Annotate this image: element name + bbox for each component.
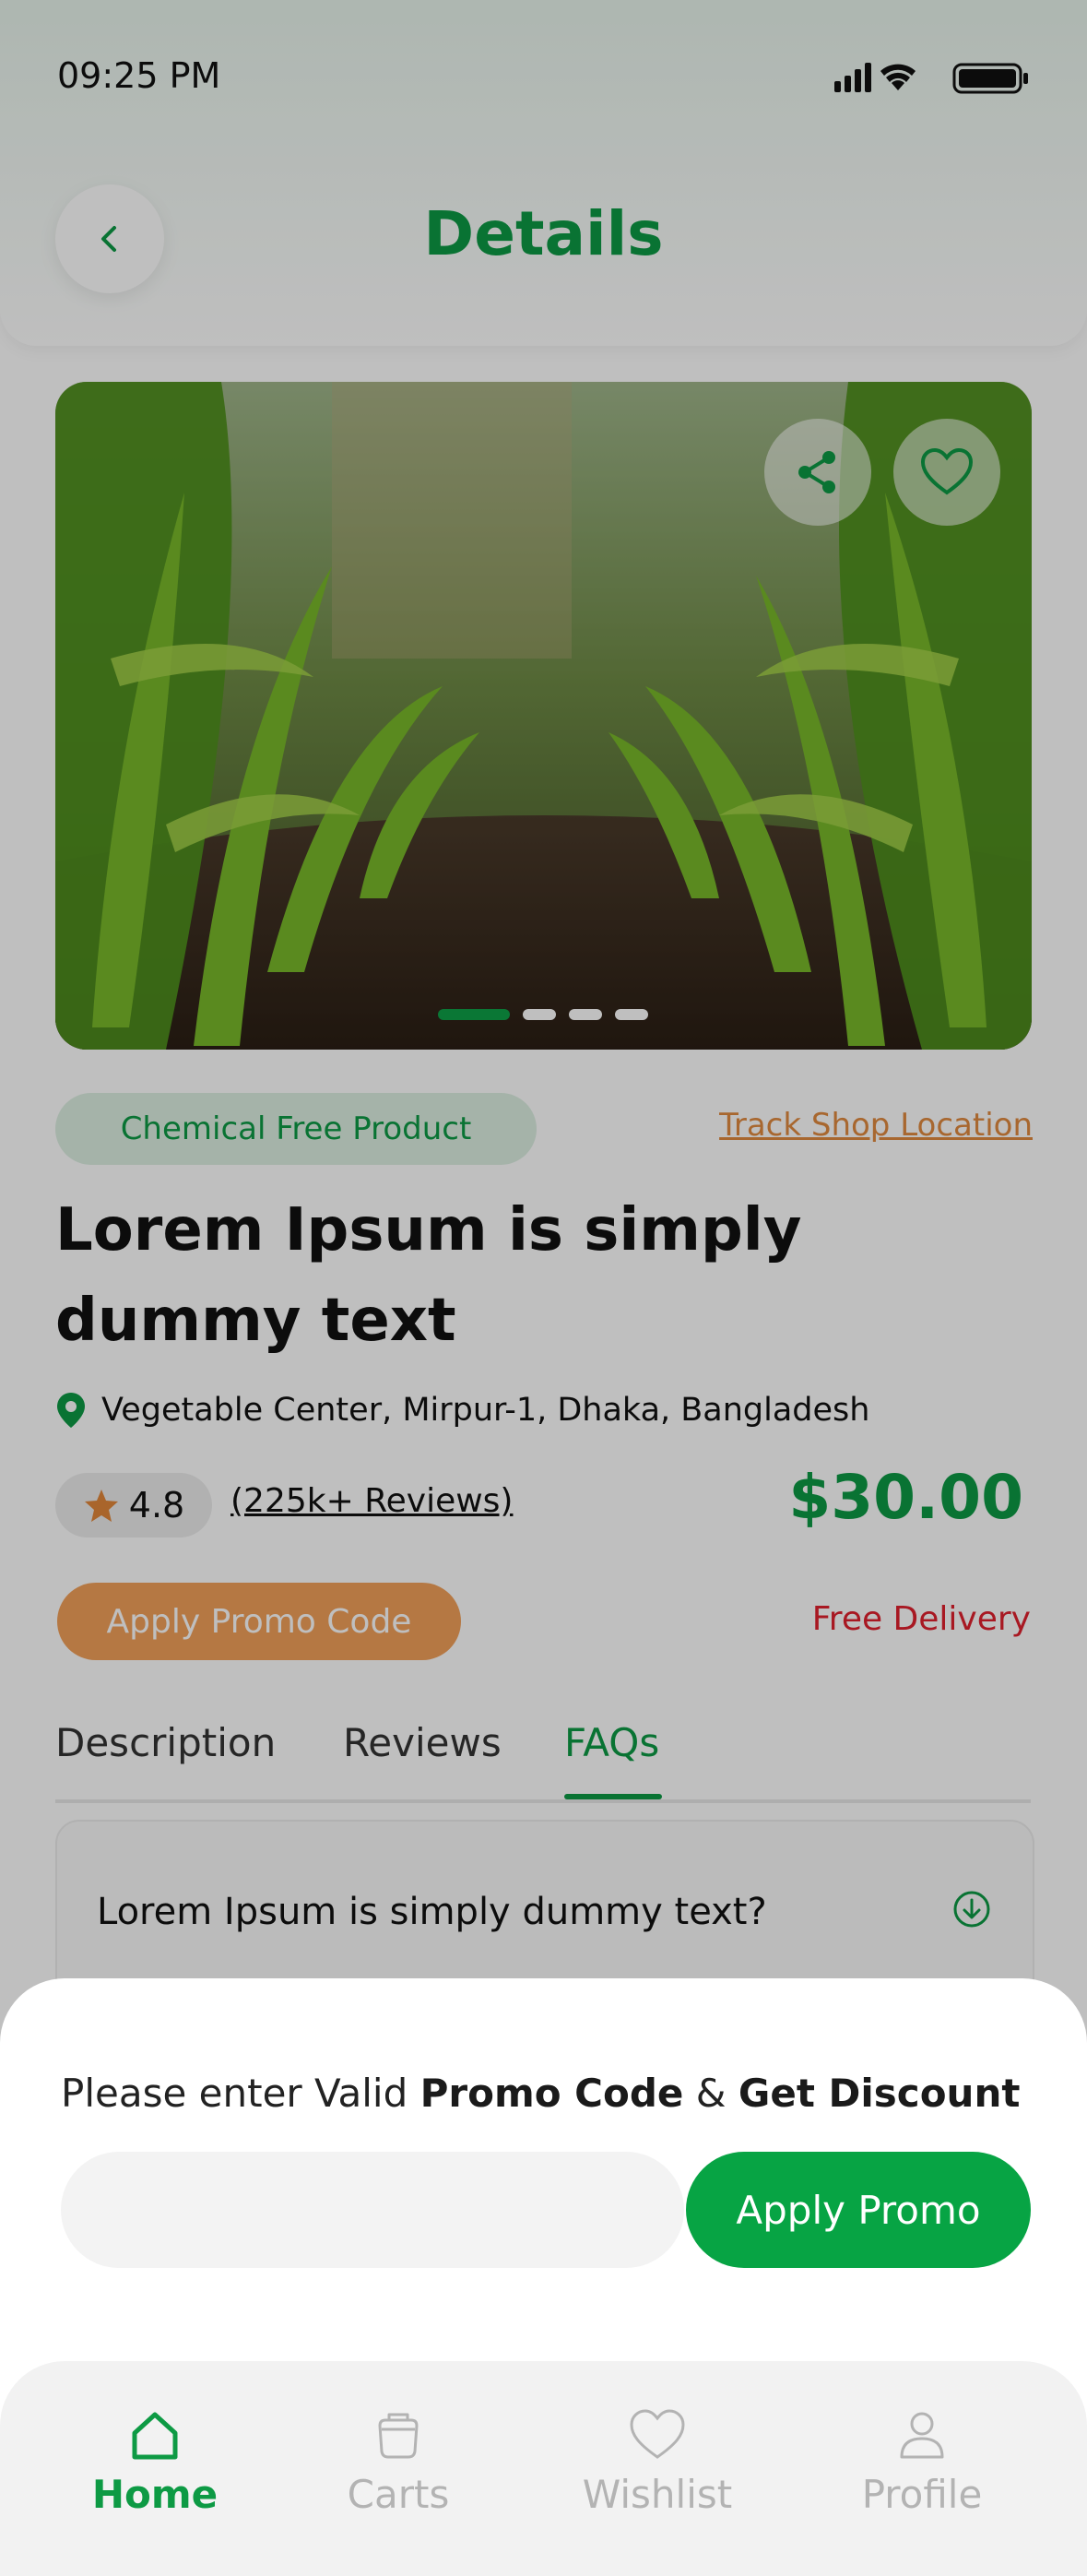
nav-label-wishlist: Wishlist xyxy=(582,2472,733,2517)
profile-icon xyxy=(900,2412,944,2459)
cart-icon xyxy=(378,2413,419,2459)
nav-label-profile: Profile xyxy=(861,2472,983,2517)
nav-label-home: Home xyxy=(91,2472,219,2517)
nav-label-carts: Carts xyxy=(347,2472,450,2517)
heart-icon xyxy=(630,2409,685,2459)
apply-promo-button[interactable]: Apply Promo xyxy=(686,2152,1031,2268)
nav-item-profile[interactable]: Profile xyxy=(821,2407,1023,2517)
promo-code-input[interactable] xyxy=(61,2152,684,2268)
promo-instruction: Please enter Valid Promo Code & Get Disc… xyxy=(61,2071,1020,2116)
home-icon xyxy=(132,2412,178,2460)
promo-msg-mid: & xyxy=(683,2071,738,2116)
promo-msg-bold-1: Promo Code xyxy=(419,2071,684,2116)
nav-item-home[interactable]: Home xyxy=(53,2407,256,2517)
nav-item-wishlist[interactable]: Wishlist xyxy=(556,2407,759,2517)
nav-item-carts[interactable]: Carts xyxy=(297,2407,500,2517)
promo-msg-bold-2: Get Discount xyxy=(738,2071,1021,2116)
promo-msg-prefix: Please enter Valid xyxy=(61,2071,420,2116)
